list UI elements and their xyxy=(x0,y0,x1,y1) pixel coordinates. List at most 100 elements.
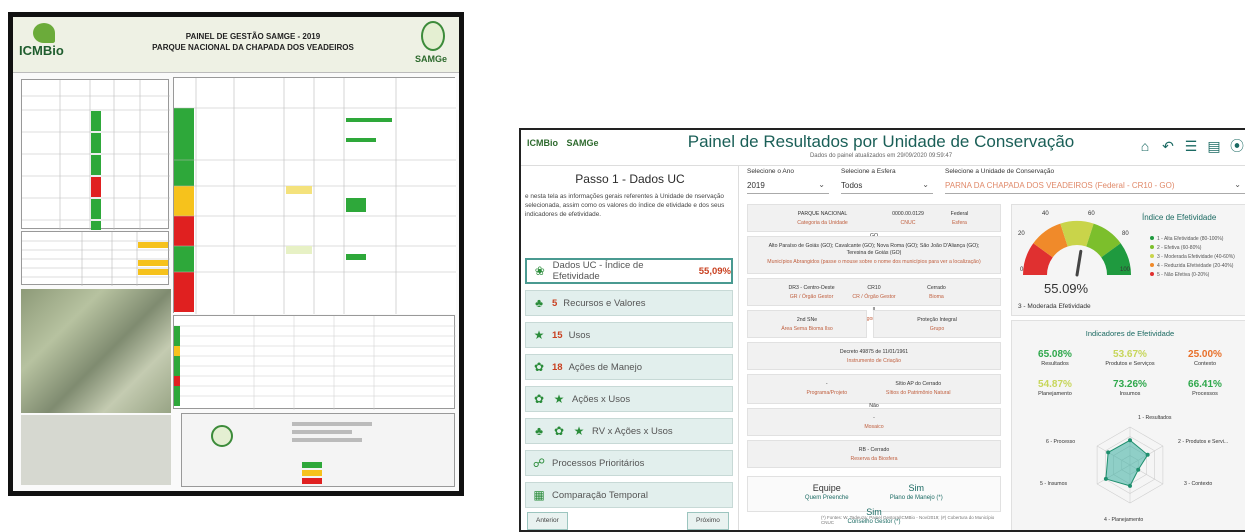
nav-rv-acoes-usos[interactable]: ♣ ✿ ★ RV x Ações x Usos xyxy=(525,418,733,444)
gauge-tick-0: 0 xyxy=(1020,267,1024,273)
person-icon: ★ xyxy=(573,424,585,438)
home-icon[interactable]: ⌂ xyxy=(1137,138,1153,154)
legend-dot xyxy=(1150,263,1154,267)
indicators-title: Indicadores de Efetividade xyxy=(1085,329,1175,338)
person-icon: ★ xyxy=(553,392,565,406)
gauge-title: Índice de Efetividade xyxy=(1142,213,1217,222)
card-bioma: Cerrado Bioma xyxy=(927,285,946,300)
poster-list-table-grid xyxy=(174,316,456,410)
gauge-tick-20: 20 xyxy=(1018,231,1025,237)
card-sitio-patrimonio: Sítio AP do Cerrado Sítios do Patrimônio … xyxy=(885,381,951,396)
leaf-icon: ❀ xyxy=(534,264,545,278)
hand-plant-icon: ✿ xyxy=(533,360,545,374)
legend-item: 3 - Moderada Efetividade (40-60%) xyxy=(1150,253,1235,262)
radar-label-processo: 6 - Processo xyxy=(1046,439,1076,445)
nav-recursos-valores[interactable]: ♣ 5 Recursos e Valores xyxy=(525,290,733,316)
sphere-select[interactable]: Todos ⌄ xyxy=(841,178,933,194)
year-select[interactable]: 2019 ⌄ xyxy=(747,178,829,194)
hand-plant-icon: ✿ xyxy=(553,424,565,438)
leaf-icon xyxy=(33,23,55,43)
previous-button[interactable]: Anterior xyxy=(527,512,568,530)
next-button[interactable]: Próximo xyxy=(687,512,729,530)
radar-point xyxy=(1136,467,1141,472)
indicators-panel: Indicadores de Efetividade 65.08% Result… xyxy=(1011,320,1245,530)
samge-logo: SAMGe xyxy=(413,21,453,69)
bar-chart-icon: ▦ xyxy=(533,488,545,502)
card-cnuc: 0000.00.0129 CNUC xyxy=(892,211,924,226)
card-area-bioma: 2nd SNe Área Sema Bioma Ilso xyxy=(747,310,867,338)
card-esfera: Federal Esfera xyxy=(950,211,969,226)
chevron-down-icon: ⌄ xyxy=(1234,180,1241,189)
samge-logo-small: SAMGe xyxy=(566,138,599,148)
nav-comparacao-temporal[interactable]: ▦ Comparação Temporal xyxy=(525,482,733,508)
chevron-down-icon: ⌄ xyxy=(922,180,929,189)
nav-usos[interactable]: ★ 15 Usos xyxy=(525,322,733,348)
gauge-needle xyxy=(1075,249,1083,277)
poster-list-table xyxy=(173,315,456,410)
legend-item: 4 - Reduzida Efetividade (20-40%) xyxy=(1150,262,1235,271)
radar-label-produtos: 2 - Produtos e Servi... xyxy=(1178,439,1229,445)
indicator-produtos: 53.67% Produtos e Serviços xyxy=(1105,349,1155,367)
card-programa: - Programa/Projeto xyxy=(806,381,848,396)
poster-title: PAINEL DE GESTÃO SAMGE - 2019 PARQUE NAC… xyxy=(152,32,354,52)
bulb-icon xyxy=(421,21,445,51)
nav-acoes-manejo[interactable]: ✿ 18 Ações de Manejo xyxy=(525,354,733,380)
person-icon: ★ xyxy=(533,328,545,342)
indicator-planejamento: 54.87% Planejamento xyxy=(1038,379,1072,397)
legend-dot xyxy=(1150,272,1154,276)
poster-screenshot: ICMBio PAINEL DE GESTÃO SAMGE - 2019 PAR… xyxy=(8,12,464,496)
poster-left-table xyxy=(21,79,170,230)
page-title: Painel de Resultados por Unidade de Cons… xyxy=(687,132,1075,151)
update-timestamp: Dados do painel atualizados em 29/09/202… xyxy=(809,153,953,159)
nav-dados-uc[interactable]: ❀ Dados UC - Índice de Efetividade 55,09… xyxy=(525,258,733,284)
indicator-contexto: 25.00% Contexto xyxy=(1188,349,1222,367)
compass-icon[interactable]: ⦿ xyxy=(1229,138,1245,154)
layers-icon[interactable]: ☰ xyxy=(1183,138,1199,154)
tree-icon: ♣ xyxy=(535,296,543,310)
radar-point xyxy=(1145,452,1150,457)
efetividade-value: 55,09% xyxy=(698,265,731,277)
back-icon[interactable]: ↶ xyxy=(1160,138,1176,154)
footnote: (*) Fontes: W. Tadeuza; Painel Gestora/I… xyxy=(821,515,995,525)
radar-point xyxy=(1106,450,1111,455)
legend-dot xyxy=(1150,254,1154,258)
hand-plant-icon: ✿ xyxy=(533,392,545,406)
indicator-insumos: 73.26% Insumos xyxy=(1113,379,1147,397)
poster-main-table-grid xyxy=(174,78,456,314)
radar-point xyxy=(1128,483,1132,488)
dashboard-screenshot: ICMBio SAMGe Painel de Resultados por Un… xyxy=(519,128,1245,532)
gauge-panel: 0 20 40 60 80 100 55.09% 3 - Moderada Ef… xyxy=(1011,204,1245,316)
card-mosaico: - Mosaico xyxy=(747,408,1001,436)
step-description: e nesta tela as informações gerais refer… xyxy=(525,193,725,218)
uc-select[interactable]: PARNA DA CHAPADA DOS VEADEIROS (Federal … xyxy=(945,178,1245,194)
radar-point xyxy=(1103,476,1108,481)
poster-left-table-grid xyxy=(22,80,170,230)
chevron-down-icon: ⌄ xyxy=(818,180,825,189)
radar-chart xyxy=(1096,426,1164,504)
poster-legend-graphic xyxy=(211,422,372,484)
dashboard-logos: ICMBio SAMGe xyxy=(527,138,599,148)
dashboard-header: ICMBio SAMGe Painel de Resultados por Un… xyxy=(521,130,1245,166)
poster-main-table xyxy=(173,77,456,314)
legend-item: 5 - Não Efetiva (0-20%) xyxy=(1150,271,1235,280)
indicator-resultados: 65.08% Resultados xyxy=(1038,349,1072,367)
card-municipios[interactable]: Alto Paraíso de Goiás (GO); Cavalcante (… xyxy=(747,236,1001,274)
sidebar: Passo 1 - Dados UC e nesta tela as infor… xyxy=(521,166,739,530)
poster-satellite-map xyxy=(21,289,171,413)
document-icon[interactable]: ▤ xyxy=(1206,138,1222,154)
radar-label-planejamento: 4 - Planejamento xyxy=(1104,517,1144,523)
radar-label-resultados: 1 - Resultados xyxy=(1138,415,1172,421)
step-title: Passo 1 - Dados UC xyxy=(575,172,685,186)
nav-acoes-usos[interactable]: ✿ ★ Ações x Usos xyxy=(525,386,733,412)
network-icon: ☍ xyxy=(532,456,546,470)
card-cr: CR10 CR / Órgão Gestor xyxy=(852,285,896,300)
radar-label-insumos: 5 - Insumos xyxy=(1040,481,1068,487)
gauge-tick-80: 80 xyxy=(1122,231,1129,237)
legend-dot xyxy=(1150,236,1154,240)
legend-item: 2 - Efetiva (60-80%) xyxy=(1150,244,1235,253)
legend-item: 1 - Alta Efetividade (80-100%) xyxy=(1150,235,1235,244)
nav-processos-prioritarios[interactable]: ☍ Processos Prioritários xyxy=(525,450,733,476)
poster-map-legend xyxy=(21,415,171,485)
icmbio-logo: ICMBio xyxy=(19,23,73,67)
radar-point xyxy=(1128,438,1132,443)
